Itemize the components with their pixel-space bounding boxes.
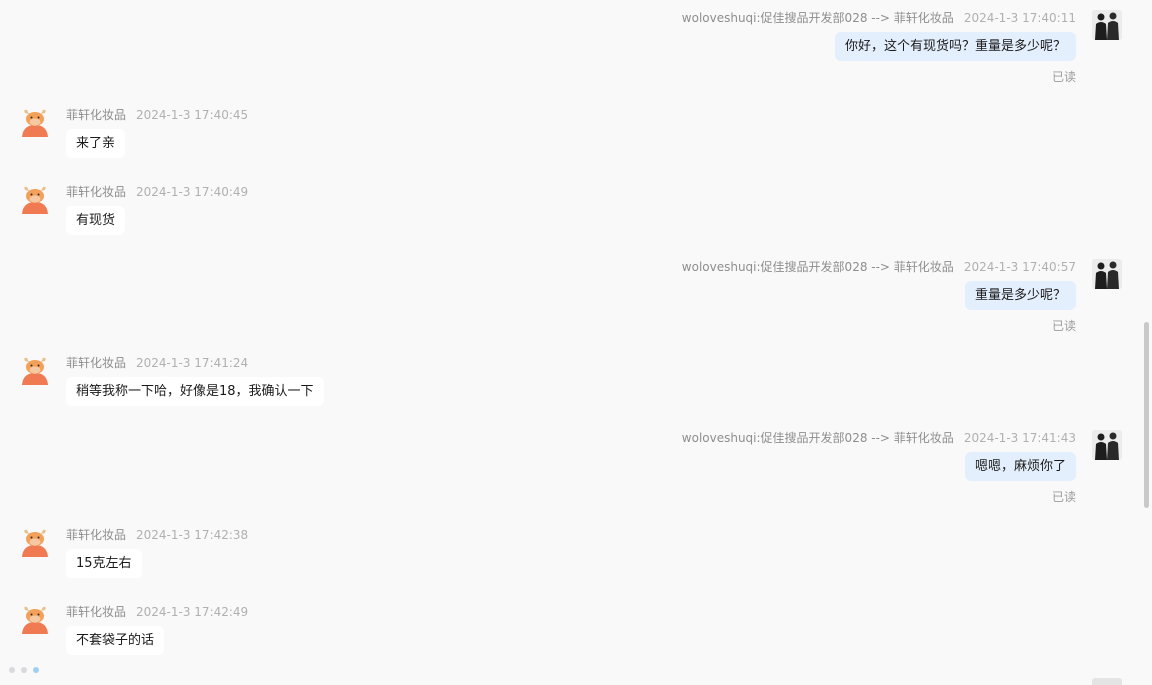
person-photo-icon [1092, 259, 1122, 289]
message-outgoing: woloveshuqi:促佳搜品开发部028 --> 菲轩化妆品 2024-1-3… [122, 430, 1122, 510]
sender-name: 菲轩化妆品 [66, 108, 127, 122]
message-bubble[interactable]: 来了亲 [66, 129, 126, 158]
message-outgoing: woloveshuqi:促佳搜品开发部028 --> 菲轩化妆品 2024-1-3… [122, 259, 1122, 339]
sender-name: woloveshuqi:促佳搜品开发部028 --> 菲轩化妆品 [681, 260, 954, 274]
sender-name: woloveshuqi:促佳搜品开发部028 --> 菲轩化妆品 [681, 11, 954, 25]
message-time: 2024-1-3 17:40:45 [136, 108, 249, 122]
loading-dot [33, 667, 39, 673]
message-outgoing: woloveshuqi:促佳搜品开发部028 --> 菲轩化妆品 2024-1-3… [122, 10, 1122, 90]
bull-mascot-icon [22, 357, 48, 385]
message-bubble[interactable]: 你好，这个有现货吗？重量是多少呢？ [834, 32, 1076, 61]
person-photo-icon [1092, 430, 1122, 460]
sender-name: 菲轩化妆品 [66, 356, 127, 370]
bull-mascot-icon [22, 529, 48, 557]
sender-name: woloveshuqi:促佳搜品开发部028 --> 菲轩化妆品 [681, 431, 954, 445]
message-bubble[interactable]: 嗯嗯，麻烦你了 [964, 452, 1076, 481]
message-incoming: 菲轩化妆品 2024-1-3 17:42:38 15克左右 [20, 527, 620, 583]
message-incoming: 菲轩化妆品 2024-1-3 17:40:45 来了亲 [20, 107, 620, 163]
chat-message-list[interactable]: woloveshuqi:促佳搜品开发部028 --> 菲轩化妆品 2024-1-3… [0, 0, 1152, 685]
message-meta: 菲轩化妆品 2024-1-3 17:42:38 [66, 527, 248, 543]
message-time: 2024-1-3 17:40:11 [963, 11, 1076, 25]
loading-indicator [9, 667, 39, 673]
message-meta: woloveshuqi:促佳搜品开发部028 --> 菲轩化妆品 2024-1-3… [682, 10, 1076, 26]
shop-avatar[interactable] [20, 527, 50, 557]
read-status: 已读 [1051, 319, 1076, 333]
message-time: 2024-1-3 17:41:43 [963, 431, 1076, 445]
message-incoming: 菲轩化妆品 2024-1-3 17:42:49 不套袋子的话 [20, 604, 620, 660]
message-bubble[interactable]: 重量是多少呢？ [964, 281, 1076, 310]
message-bubble[interactable]: 稍等我称一下哈，好像是18，我确认一下 [66, 377, 324, 406]
sender-name: 菲轩化妆品 [66, 605, 127, 619]
loading-dot [21, 667, 27, 673]
message-time: 2024-1-3 17:42:49 [136, 605, 249, 619]
shop-avatar[interactable] [20, 604, 50, 634]
shop-avatar[interactable] [20, 355, 50, 385]
message-meta: 菲轩化妆品 2024-1-3 17:40:49 [66, 184, 248, 200]
message-incoming: 菲轩化妆品 2024-1-3 17:41:24 稍等我称一下哈，好像是18，我确认… [20, 355, 620, 411]
person-photo-icon [1092, 10, 1122, 40]
sender-name: 菲轩化妆品 [66, 528, 127, 542]
bull-mascot-icon [22, 109, 48, 137]
read-status: 已读 [1051, 70, 1076, 84]
loading-dot [9, 667, 15, 673]
message-meta: 菲轩化妆品 2024-1-3 17:40:45 [66, 107, 248, 123]
shop-avatar[interactable] [20, 184, 50, 214]
user-avatar[interactable] [1092, 678, 1122, 685]
message-meta: 菲轩化妆品 2024-1-3 17:42:49 [66, 604, 248, 620]
message-incoming: 菲轩化妆品 2024-1-3 17:40:49 有现货 [20, 184, 620, 240]
sender-name: 菲轩化妆品 [66, 185, 127, 199]
message-bubble[interactable]: 不套袋子的话 [66, 626, 165, 655]
user-avatar[interactable] [1092, 10, 1122, 40]
message-time: 2024-1-3 17:41:24 [136, 356, 249, 370]
bull-mascot-icon [22, 606, 48, 634]
read-status: 已读 [1051, 490, 1076, 504]
shop-avatar[interactable] [20, 107, 50, 137]
vertical-scrollbar[interactable] [1144, 322, 1149, 508]
message-bubble[interactable]: 有现货 [66, 206, 126, 235]
message-time: 2024-1-3 17:40:49 [136, 185, 249, 199]
bull-mascot-icon [22, 186, 48, 214]
user-avatar[interactable] [1092, 259, 1122, 289]
message-meta: woloveshuqi:促佳搜品开发部028 --> 菲轩化妆品 2024-1-3… [682, 259, 1076, 275]
message-bubble[interactable]: 15克左右 [66, 549, 142, 578]
message-time: 2024-1-3 17:40:57 [963, 260, 1076, 274]
message-meta: 菲轩化妆品 2024-1-3 17:41:24 [66, 355, 248, 371]
message-meta: woloveshuqi:促佳搜品开发部028 --> 菲轩化妆品 2024-1-3… [682, 430, 1076, 446]
message-time: 2024-1-3 17:42:38 [136, 528, 249, 542]
user-avatar[interactable] [1092, 430, 1122, 460]
